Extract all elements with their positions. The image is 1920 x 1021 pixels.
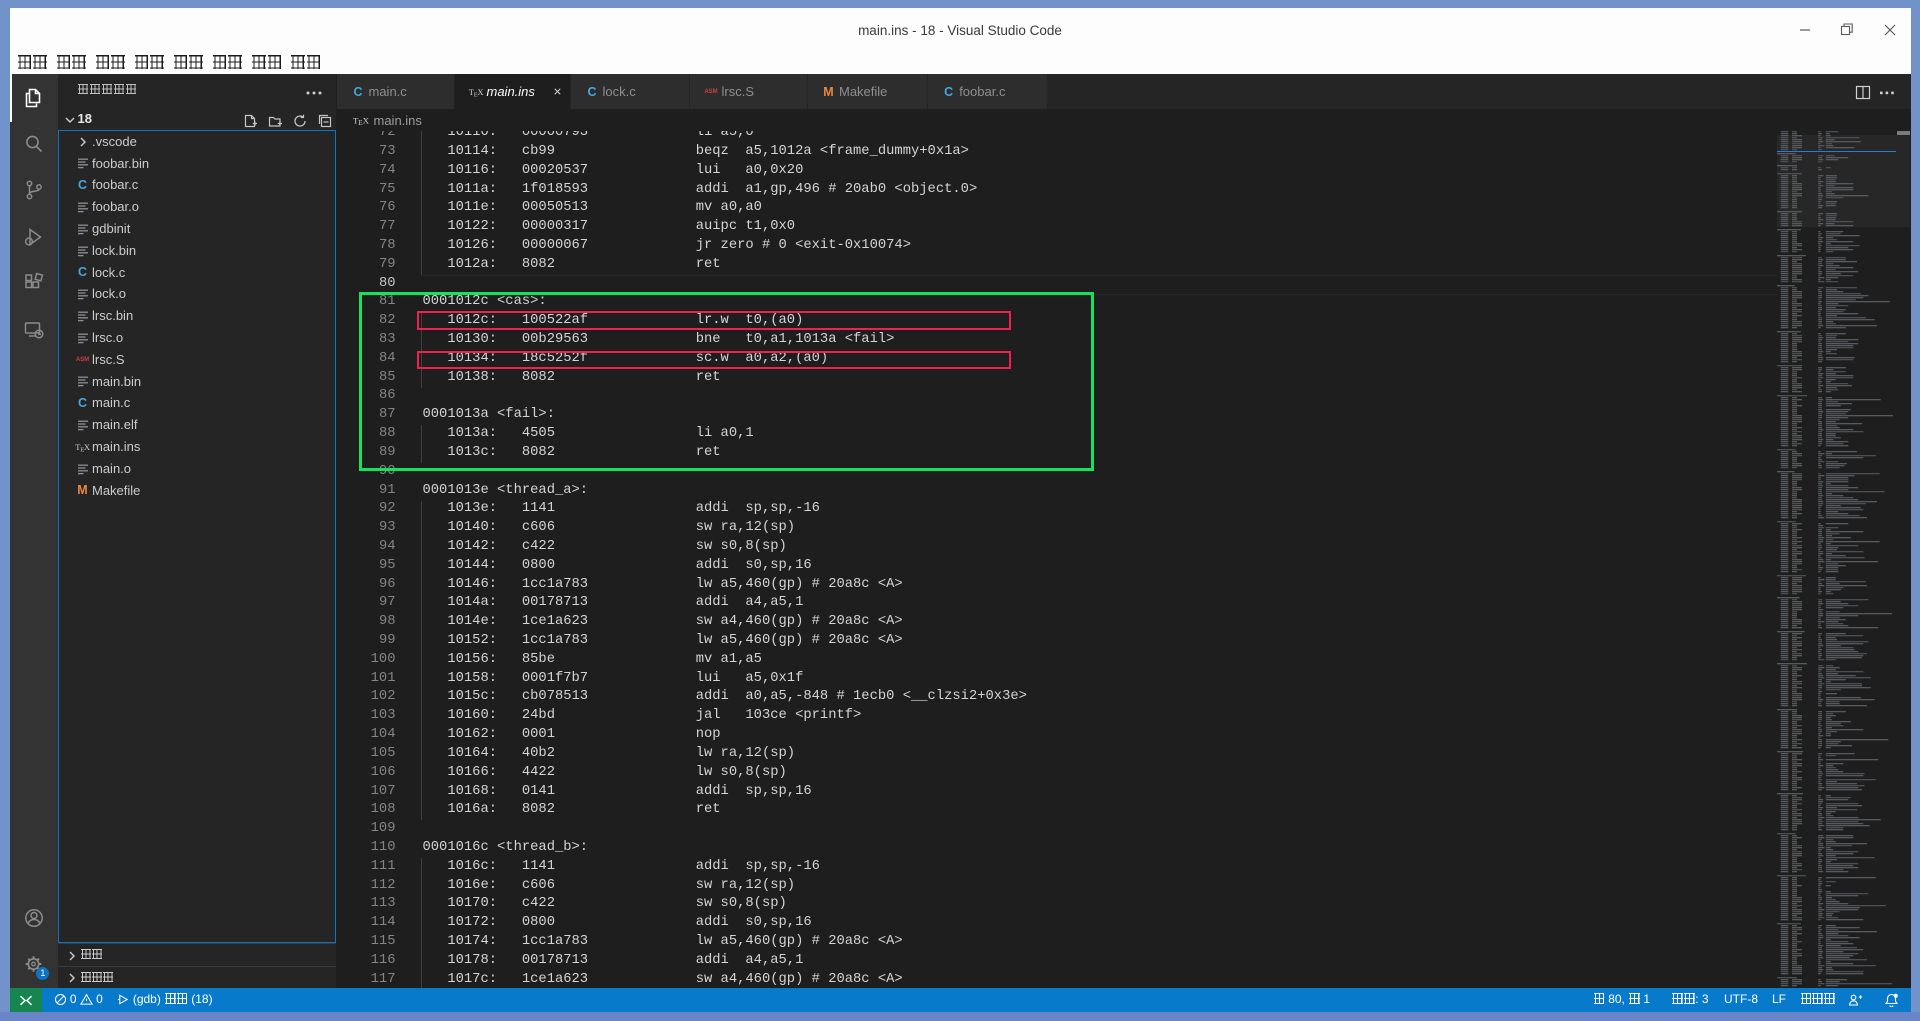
svg-text:TEX: TEX (353, 115, 369, 127)
